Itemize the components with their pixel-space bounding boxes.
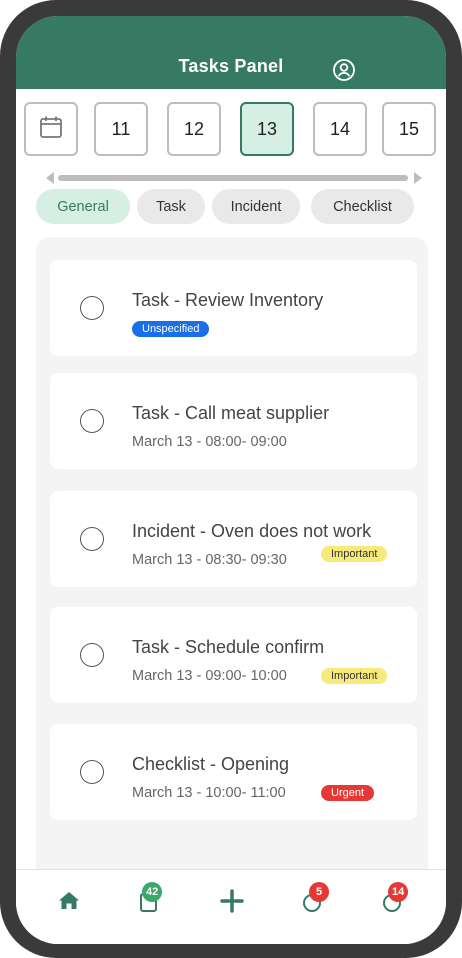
bottom-nav: 42 5 14 [16, 869, 446, 944]
calendar-icon [38, 114, 64, 145]
task-checkbox[interactable] [80, 760, 104, 784]
task-checkbox[interactable] [80, 296, 104, 320]
scroll-right-arrow-icon[interactable] [414, 172, 422, 184]
date-button-14[interactable]: 14 [313, 102, 367, 156]
date-button-12[interactable]: 12 [167, 102, 221, 156]
date-selector: 11 12 13 14 15 [16, 102, 446, 158]
priority-badge-unspecified: Unspecified [132, 321, 210, 337]
filter-task[interactable]: Task [137, 189, 205, 224]
task-time: March 13 - 08:30- 09:30 [132, 552, 287, 568]
home-icon[interactable] [56, 888, 82, 914]
task-card[interactable]: Task - Call meat supplier March 13 - 08:… [50, 373, 417, 469]
task-time: March 13 - 08:00- 09:00 [132, 434, 287, 450]
date-scrollbar[interactable] [46, 172, 422, 184]
task-card[interactable]: Incident - Oven does not work March 13 -… [50, 491, 417, 587]
clipboard-nav[interactable]: 42 [136, 882, 163, 914]
date-button-13-selected[interactable]: 13 [240, 102, 294, 156]
priority-badge-important: Important [321, 668, 388, 684]
task-card[interactable]: Task - Review Inventory Unspecified [50, 260, 417, 356]
scroll-left-arrow-icon[interactable] [46, 172, 54, 184]
task-card[interactable]: Task - Schedule confirm March 13 - 09:00… [50, 607, 417, 703]
page-title: Tasks Panel [178, 56, 284, 76]
user-profile-icon[interactable] [332, 58, 356, 82]
task-title: Task - Call meat supplier [132, 403, 330, 423]
task-time: March 13 - 10:00- 11:00 [132, 785, 286, 801]
filter-checklist[interactable]: Checklist [311, 189, 414, 224]
progress-circle-icon [380, 894, 406, 918]
pending-nav[interactable]: 5 [300, 882, 329, 914]
pending-count-badge: 5 [309, 882, 329, 902]
filter-incident[interactable]: Incident [212, 189, 300, 224]
priority-badge-urgent: Urgent [321, 785, 375, 801]
phone-frame: Tasks Panel 11 12 13 14 15 General Task … [0, 0, 462, 958]
app-header: Tasks Panel [16, 16, 446, 89]
date-button-15[interactable]: 15 [382, 102, 436, 156]
priority-badge-important: Important [321, 546, 388, 562]
task-title: Task - Review Inventory [132, 290, 324, 310]
task-title: Checklist - Opening [132, 754, 290, 774]
app-screen: Tasks Panel 11 12 13 14 15 General Task … [16, 16, 446, 944]
date-button-11[interactable]: 11 [94, 102, 148, 156]
plus-icon [219, 889, 245, 918]
task-card[interactable]: Checklist - Opening March 13 - 10:00- 11… [50, 724, 417, 820]
task-checkbox[interactable] [80, 527, 104, 551]
task-title: Task - Schedule confirm [132, 637, 325, 657]
task-list: Task - Review Inventory Unspecified Task… [36, 237, 428, 917]
calendar-button[interactable] [24, 102, 78, 156]
task-title: Incident - Oven does not work [132, 521, 372, 541]
task-checkbox[interactable] [80, 409, 104, 433]
clipboard-icon [136, 893, 162, 918]
add-button[interactable] [219, 888, 245, 914]
completed-nav[interactable]: 14 [380, 882, 409, 914]
task-time: March 13 - 09:00- 10:00 [132, 668, 287, 684]
scrollbar-thumb[interactable] [58, 175, 408, 181]
progress-circle-icon [300, 894, 326, 918]
task-checkbox[interactable] [80, 643, 104, 667]
filter-general[interactable]: General [36, 189, 130, 224]
